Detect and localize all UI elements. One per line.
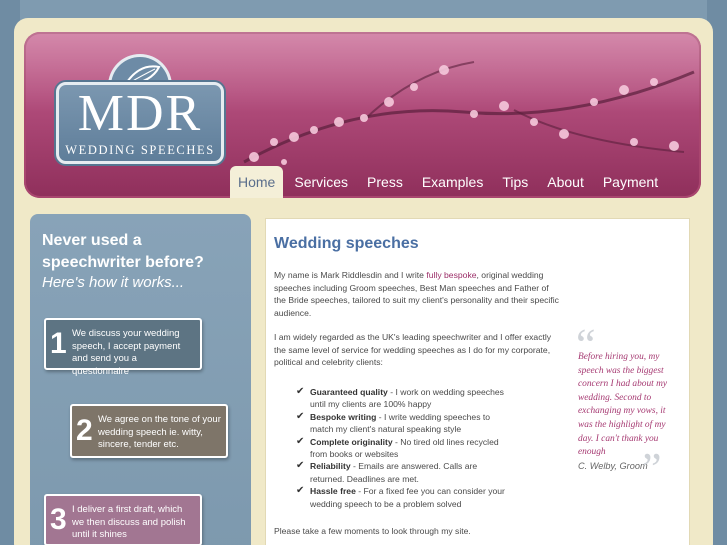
service-paragraph: I am widely regarded as the UK's leading…	[274, 332, 552, 368]
close-quote-icon: ”	[642, 444, 662, 493]
sidebar-how-it-works: Never used a speechwriter before? Here's…	[30, 214, 251, 545]
nav-examples[interactable]: Examples	[414, 166, 491, 198]
testimonial-author: C. Welby, Groom	[578, 461, 648, 471]
testimonial-quote: Before hiring you, my speech was the big…	[578, 352, 668, 458]
sidebar-title: Never used a speechwriter before?	[42, 232, 204, 271]
nav-payment[interactable]: Payment	[595, 166, 666, 198]
nav-about[interactable]: About	[539, 166, 592, 198]
list-item: ✔ Guaranteed quality - I work on wedding …	[296, 386, 512, 411]
step-text: I deliver a first draft, which we then d…	[72, 504, 186, 540]
check-icon: ✔	[296, 386, 305, 397]
step-text: We discuss your wedding speech, I accept…	[72, 328, 181, 377]
nav-press[interactable]: Press	[359, 166, 411, 198]
list-item: ✔ Reliability - Emails are answered. Call…	[296, 460, 512, 485]
intro-paragraph: My name is Mark Riddlesdin and I write f…	[274, 269, 560, 320]
logo-subtitle: WEDDING SPEECHES	[65, 143, 215, 157]
check-icon: ✔	[296, 435, 305, 447]
main-nav: Home Services Press Examples Tips About …	[230, 166, 669, 198]
nav-services[interactable]: Services	[286, 166, 356, 198]
step-card-3: 3 I deliver a first draft, which we then…	[44, 494, 202, 545]
step-number: 3	[50, 503, 67, 536]
step-card-2: 2 We agree on the tone of your wedding s…	[70, 404, 228, 458]
page-title: Wedding speeches	[274, 235, 419, 252]
list-item: ✔ Bespoke writing - I write wedding speec…	[296, 411, 512, 436]
list-item-bold: Hassle free	[310, 486, 356, 497]
logo-title: MDR	[77, 85, 203, 142]
closing-paragraph: Please take a few moments to look throug…	[274, 526, 471, 536]
step-number: 1	[50, 327, 67, 360]
nav-home[interactable]: Home	[230, 166, 284, 198]
list-item-bold: Guaranteed quality	[310, 387, 388, 397]
list-item-bold: Bespoke writing	[310, 411, 377, 422]
list-item: ✔ Complete originality - No tired old lin…	[296, 436, 512, 461]
benefits-list: ✔ Guaranteed quality - I work on wedding …	[296, 386, 512, 510]
check-icon: ✔	[296, 485, 305, 497]
check-icon: ✔	[296, 410, 305, 422]
check-icon: ✔	[296, 460, 305, 472]
list-item: ✔ Hassle free - For a fixed fee you can c…	[296, 485, 512, 510]
intro-text-before: My name is Mark Riddlesdin and I write	[274, 270, 427, 280]
step-number: 2	[76, 414, 93, 447]
step-text: We agree on the tone of your wedding spe…	[98, 414, 221, 450]
list-item-bold: Reliability	[310, 461, 351, 472]
nav-tips[interactable]: Tips	[494, 166, 536, 198]
step-card-1: 1 We discuss your wedding speech, I acce…	[44, 318, 202, 377]
sidebar-subtitle: Here's how it works...	[42, 274, 185, 291]
list-item-bold: Complete originality	[310, 436, 393, 447]
main-content: Wedding speeches My name is Mark Riddles…	[265, 218, 690, 545]
fully-bespoke-link[interactable]: fully bespoke	[426, 270, 476, 280]
